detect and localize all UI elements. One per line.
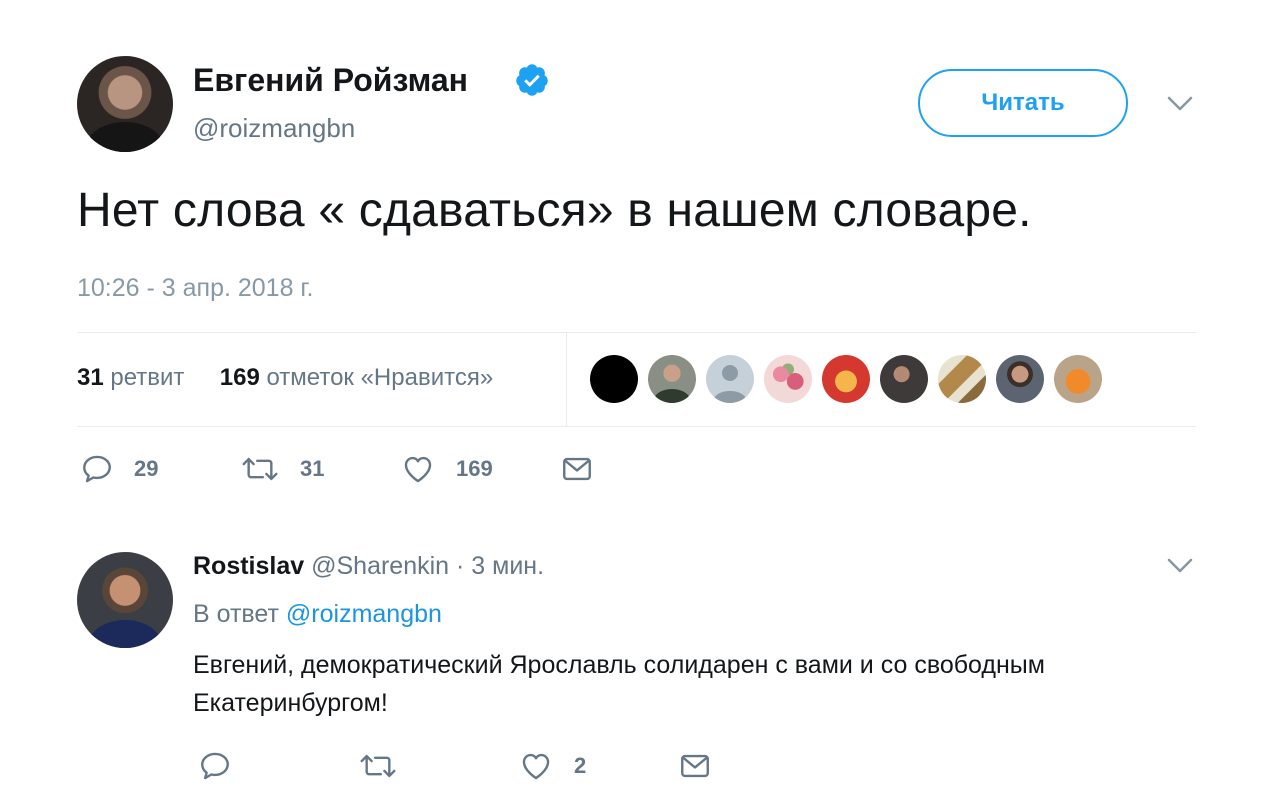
liker-avatar[interactable] [590, 355, 638, 403]
tweet-timestamp[interactable]: 10:26 - 3 апр. 2018 г. [77, 274, 313, 303]
reply-icon [83, 455, 111, 483]
retweets-label: ретвит [110, 364, 185, 391]
retweet-count: 31 [300, 456, 325, 481]
reply-context-prefix: В ответ [193, 600, 279, 628]
reply-author-handle[interactable]: @Sharenkin [311, 552, 449, 580]
author-handle[interactable]: @roizmangbn [193, 113, 355, 144]
verified-badge-icon [516, 64, 548, 96]
liker-avatar[interactable] [764, 355, 812, 403]
direct-message-action[interactable] [560, 452, 594, 486]
like-action[interactable]: 169 [400, 452, 560, 486]
message-icon [563, 457, 591, 481]
reply-action[interactable]: 29 [80, 452, 240, 486]
divider [77, 332, 1196, 333]
retweets-stat[interactable]: 31 ретвит [77, 364, 191, 391]
retweet-icon [242, 457, 278, 481]
like-action[interactable]: 2 [518, 749, 678, 783]
liker-avatar[interactable] [648, 355, 696, 403]
retweet-action[interactable]: 31 [240, 452, 400, 486]
liker-avatar[interactable] [938, 355, 986, 403]
reply-actions: 2 [198, 749, 712, 783]
reply-count: 29 [134, 456, 159, 481]
like-count: 2 [574, 753, 587, 778]
direct-message-action[interactable] [678, 749, 712, 783]
retweet-action[interactable] [358, 749, 518, 783]
stats-separator [566, 333, 567, 426]
reply-context: В ответ @roizmangbn [193, 600, 442, 629]
author-avatar[interactable] [77, 56, 173, 152]
reply-author-name[interactable]: Rostislav [193, 552, 304, 580]
retweet-icon [360, 754, 396, 778]
reply-author-avatar[interactable] [77, 552, 173, 648]
liker-avatar[interactable] [822, 355, 870, 403]
liker-avatar[interactable] [1054, 355, 1102, 403]
tweet-actions: 29 31 169 [80, 452, 594, 486]
retweets-count: 31 [77, 364, 104, 391]
divider [77, 426, 1196, 427]
like-icon [404, 456, 432, 483]
reply-time[interactable]: · 3 мин. [456, 552, 544, 580]
liker-avatars [590, 355, 1112, 405]
likes-stat[interactable]: 169 отметок «Нравится» [220, 364, 493, 391]
chevron-down-icon[interactable] [1166, 557, 1194, 575]
tweet-text: Нет слова « сдаваться» в нашем словаре. [77, 184, 1032, 237]
like-count: 169 [456, 456, 493, 481]
reply-action[interactable] [198, 749, 358, 783]
likes-count: 169 [219, 364, 260, 391]
liker-avatar[interactable] [880, 355, 928, 403]
like-icon [522, 753, 550, 780]
author-display-name[interactable]: Евгений Ройзман [193, 62, 468, 99]
liker-avatar[interactable] [706, 355, 754, 403]
follow-button[interactable]: Читать [918, 69, 1128, 137]
tweet-stats: 31 ретвит 169 отметок «Нравится» [77, 364, 493, 392]
reply-icon [201, 752, 229, 780]
likes-label: отметок «Нравится» [266, 364, 494, 391]
message-icon [681, 754, 709, 778]
tweet-page: Евгений Ройзман @roizmangbn Читать Нет с… [0, 0, 1272, 793]
chevron-down-icon[interactable] [1166, 95, 1194, 113]
liker-avatar[interactable] [996, 355, 1044, 403]
reply-text: Евгений, демократический Ярославль солид… [193, 651, 1045, 717]
reply-context-mention[interactable]: @roizmangbn [286, 600, 442, 628]
reply-header: Rostislav @Sharenkin · 3 мин. [193, 552, 544, 581]
